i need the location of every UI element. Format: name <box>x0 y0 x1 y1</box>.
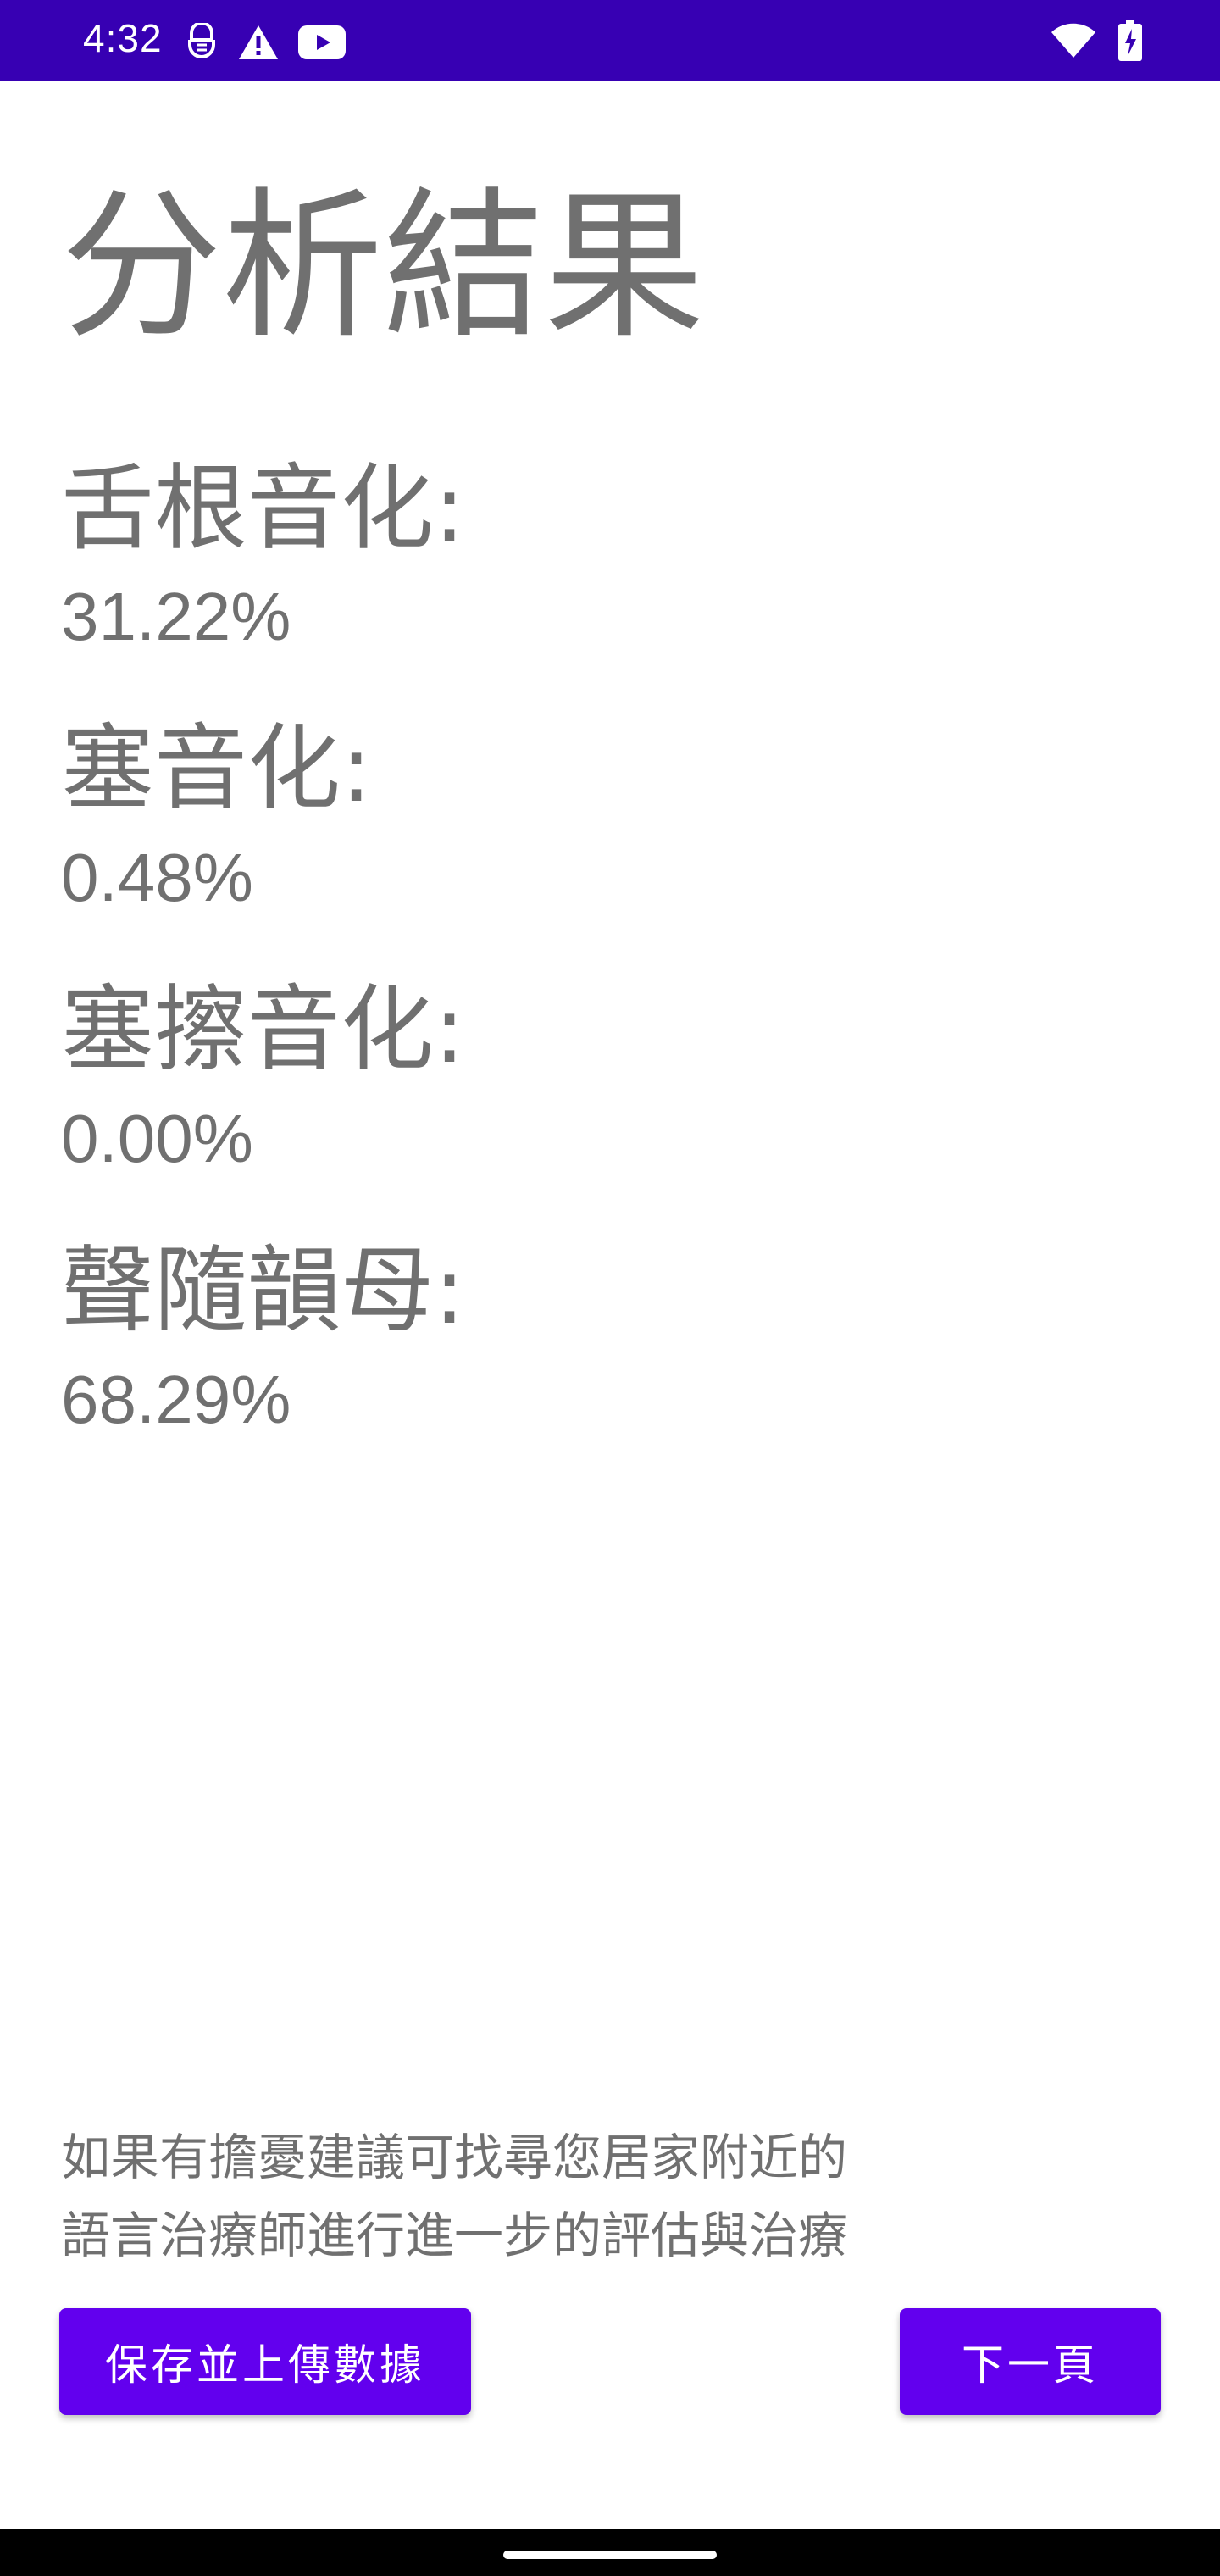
wifi-icon <box>1051 23 1095 58</box>
page-title: 分析結果 <box>61 173 706 360</box>
status-icons-right <box>1051 19 1142 63</box>
metric-value-velar-fronting: 31.22% <box>61 579 291 654</box>
screen: 4:32 分析結果 舌根音化: 31.22% 塞音化: 0.48% 塞擦音化: … <box>0 0 1220 2576</box>
battery-charging-icon <box>1118 20 1142 61</box>
home-gesture-handle[interactable] <box>503 2551 717 2559</box>
next-page-button[interactable]: 下一頁 <box>900 2308 1161 2415</box>
status-bar: 4:32 <box>0 0 1220 81</box>
youtube-icon <box>298 25 346 59</box>
metric-label-affrication: 塞擦音化: <box>61 975 466 1084</box>
status-time: 4:32 <box>83 16 163 60</box>
save-upload-button[interactable]: 保存並上傳數據 <box>59 2308 471 2415</box>
navigation-bar <box>0 2529 1220 2576</box>
metric-value-affrication: 0.00% <box>61 1101 253 1176</box>
advice-line-2: 語言治療師進行進一步的評估與治療 <box>61 2207 848 2264</box>
metric-value-stopping: 0.48% <box>61 840 253 915</box>
keyboard-lock-icon <box>188 23 215 58</box>
warning-icon <box>239 25 278 59</box>
metric-label-final-consonant-assimilation: 聲隨韻母: <box>61 1236 466 1345</box>
status-icons-left <box>185 20 346 64</box>
metric-value-final-consonant-assimilation: 68.29% <box>61 1362 291 1437</box>
metric-label-stopping: 塞音化: <box>61 714 373 823</box>
metric-label-velar-fronting: 舌根音化: <box>61 454 466 563</box>
advice-line-1: 如果有擔憂建議可找尋您居家附近的 <box>61 2129 848 2186</box>
advice-text: 如果有擔憂建議可找尋您居家附近的 語言治療師進行進一步的評估與治療 <box>61 2118 1078 2274</box>
